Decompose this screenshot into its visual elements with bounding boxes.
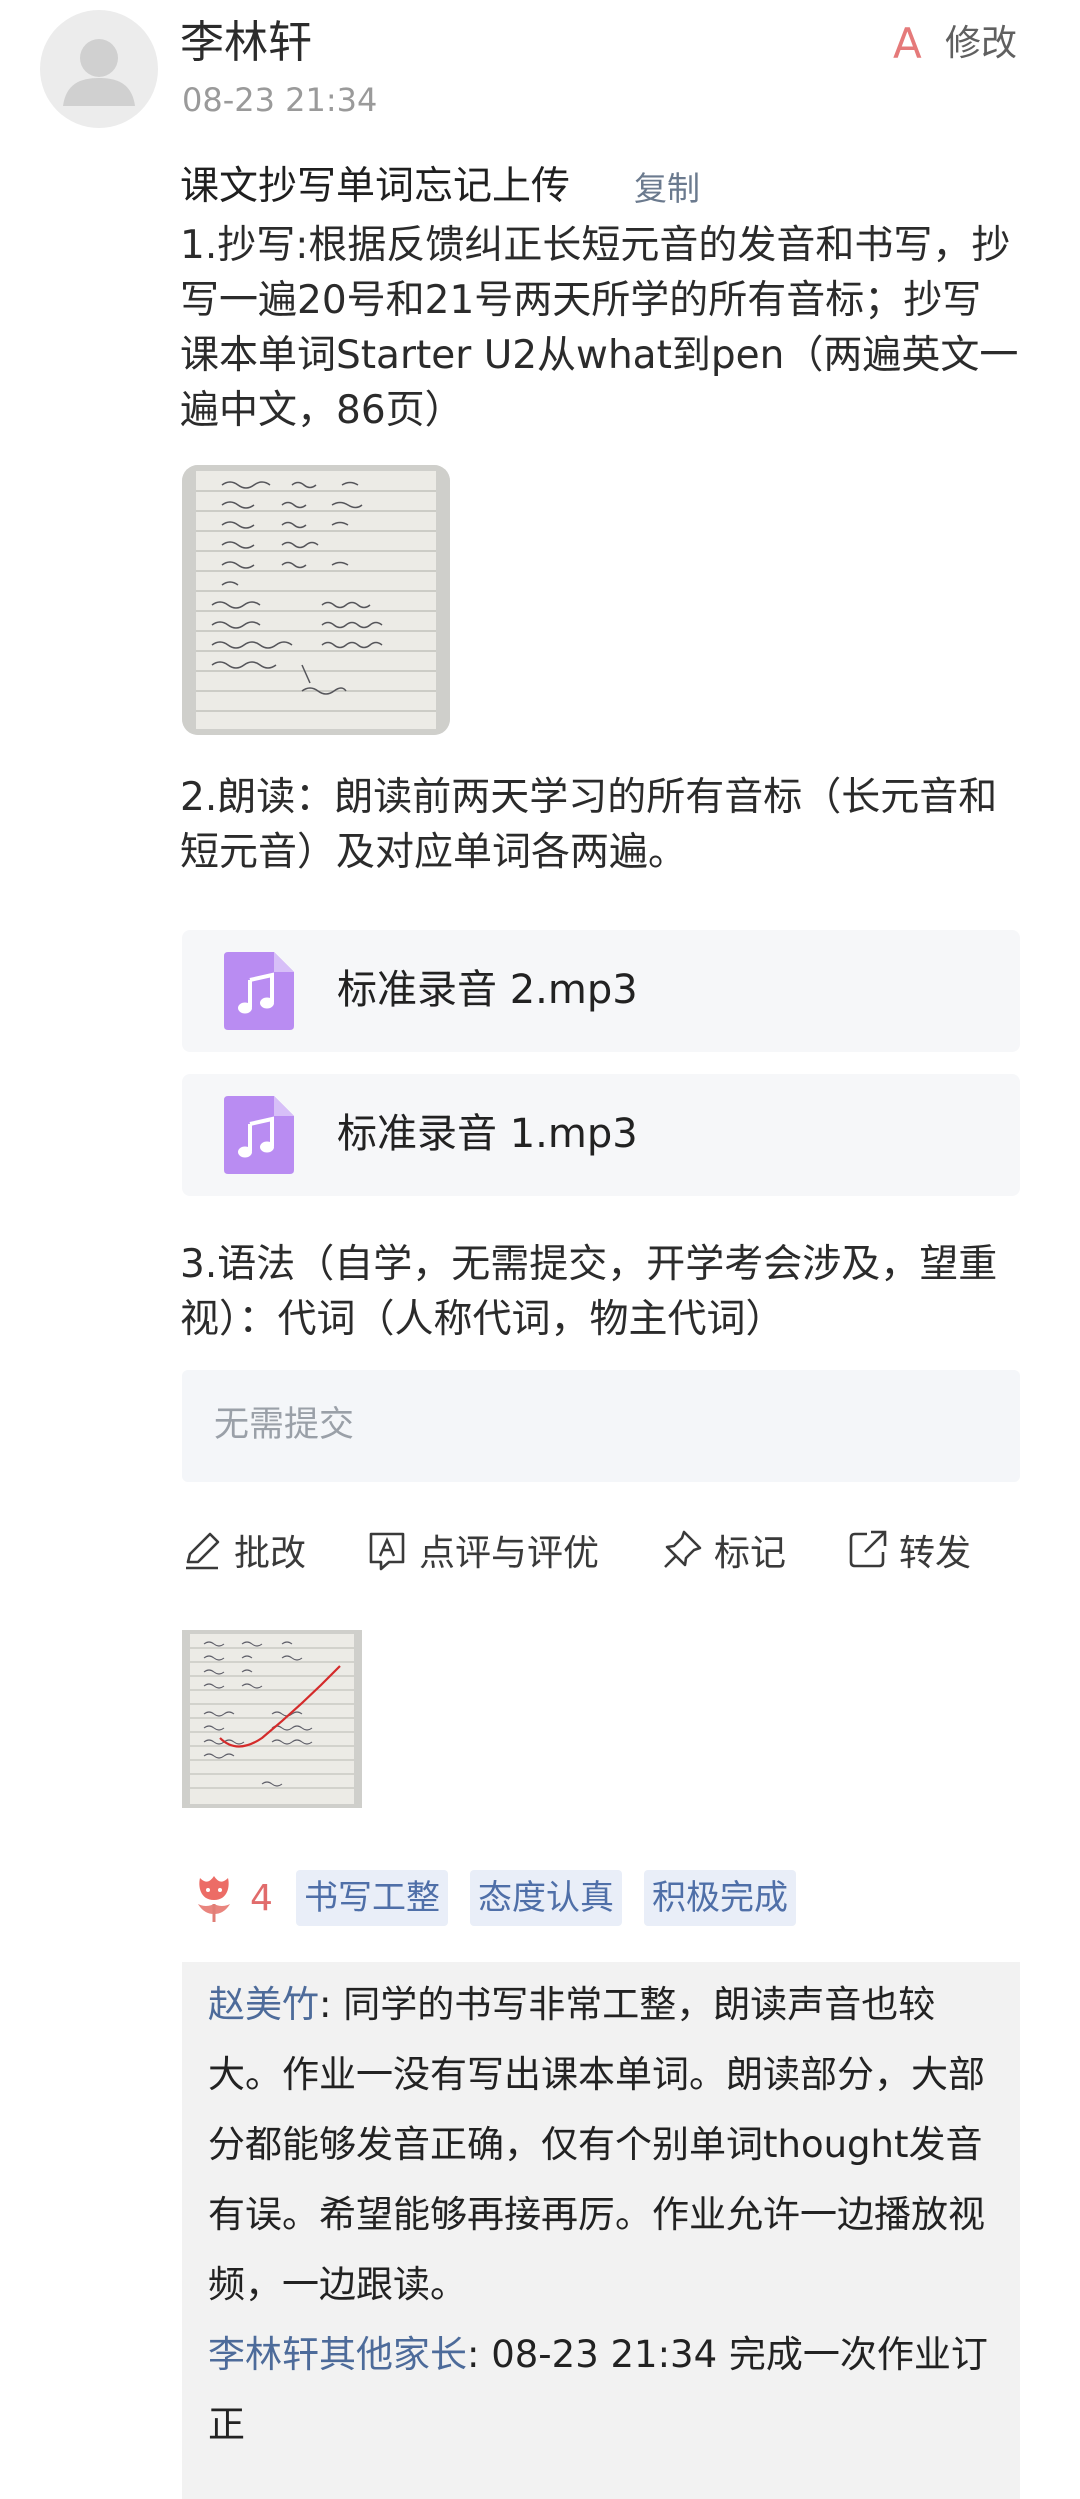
- share-icon: [849, 1530, 887, 1568]
- mark-action-label: 标记: [714, 1533, 787, 1574]
- copy-button[interactable]: 复制: [634, 166, 700, 212]
- comment-item: 赵美竹: 同学的书写非常工整，朗读声音也较大。作业一没有写出课本单词。朗读部分，…: [208, 1970, 1008, 2320]
- pen-icon: [186, 1532, 220, 1570]
- task-item-2: 2.朗读：朗读前两天学习的所有音标（长元音和短元音）及对应单词各两遍。: [180, 775, 998, 875]
- action-bar: 批改 点评与评优 标记 转发: [180, 1520, 1020, 1580]
- review-action-button[interactable]: 点评与评优: [365, 1520, 599, 1580]
- task-title: 课文抄写单词忘记上传: [180, 164, 571, 209]
- review-action-label: 点评与评优: [419, 1533, 600, 1574]
- like-count: 4: [250, 1878, 273, 1919]
- forward-action-label: 转发: [899, 1533, 972, 1574]
- grade-action-button[interactable]: 批改: [180, 1520, 306, 1580]
- grade-badge: A: [893, 19, 922, 68]
- flower-like-icon[interactable]: [190, 1874, 238, 1924]
- submission-note: 无需提交: [182, 1370, 1020, 1482]
- submission-note-text: 无需提交: [214, 1405, 355, 1445]
- comment-text: : 同学的书写非常工整，朗读声音也较大。作业一没有写出课本单词。朗读部分，大部分…: [208, 1983, 985, 2306]
- forward-action-button[interactable]: 转发: [845, 1520, 971, 1580]
- tag-badge: 积极完成: [644, 1870, 796, 1926]
- review-a-icon: [369, 1532, 405, 1571]
- audio-file-item[interactable]: 标准录音 1.mp3: [182, 1074, 1020, 1196]
- notebook-photo-image: [182, 465, 450, 735]
- avatar[interactable]: [40, 10, 158, 128]
- comment-item: 李林轩其他家长: 08-23 21:34 完成一次作业订正: [208, 2320, 1008, 2460]
- music-note-icon: [224, 952, 294, 1030]
- audio-file-name: 标准录音 1.mp3: [337, 1111, 638, 1157]
- corrected-photo[interactable]: [182, 1630, 362, 1808]
- modify-button[interactable]: 修改: [945, 20, 1017, 68]
- tag-badge: 态度认真: [470, 1870, 622, 1926]
- mark-action-button[interactable]: 标记: [660, 1520, 786, 1580]
- task-item-3: 3.语法（自学，无需提交，开学考会涉及，望重视）：代词（人称代词，物主代词）: [180, 1242, 998, 1342]
- student-name: 李林轩: [180, 17, 312, 68]
- audio-file-item[interactable]: 标准录音 2.mp3: [182, 930, 1020, 1052]
- submit-time: 08-23 21:34: [182, 81, 378, 119]
- user-silhouette-icon: [63, 39, 135, 106]
- comment-author[interactable]: 李林轩其他家长: [208, 2333, 467, 2376]
- tag-badge: 书写工整: [296, 1870, 448, 1926]
- comment-author[interactable]: 赵美竹: [208, 1983, 319, 2026]
- corrected-notebook-image: [182, 1630, 362, 1808]
- music-note-icon: [224, 1096, 294, 1174]
- audio-file-name: 标准录音 2.mp3: [337, 967, 638, 1013]
- comment-section: 赵美竹: 同学的书写非常工整，朗读声音也较大。作业一没有写出课本单词。朗读部分，…: [182, 1962, 1020, 2499]
- task-item-1: 1.抄写:根据反馈纠正长短元音的发音和书写，抄写一遍20号和21号两天所学的所有…: [180, 223, 1019, 433]
- grade-action-label: 批改: [234, 1533, 307, 1574]
- homework-photo[interactable]: [182, 465, 450, 735]
- pin-icon: [664, 1530, 702, 1568]
